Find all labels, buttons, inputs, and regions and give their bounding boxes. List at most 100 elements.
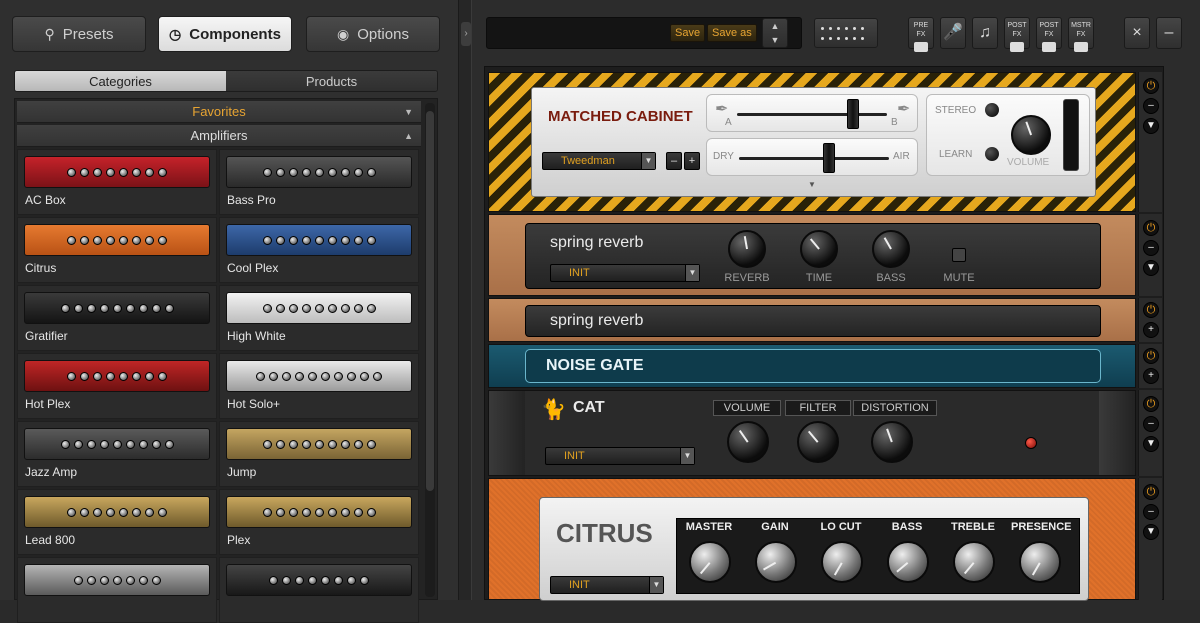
- mic-blend-slider[interactable]: [847, 99, 859, 129]
- category-amplifiers[interactable]: Amplifiers ▲: [17, 125, 421, 147]
- list-item[interactable]: [219, 557, 419, 623]
- learn-toggle[interactable]: [985, 147, 999, 161]
- plex-thumbnail: [226, 496, 412, 528]
- citrus-knob-strip: MASTER GAIN LO CUT BASS TREBLE PRESENCE: [676, 518, 1080, 594]
- cabinet-controls: ⏻ – ▼: [1138, 72, 1162, 212]
- learn-label: LEARN: [939, 149, 973, 160]
- power-icon[interactable]: ⏻: [1143, 302, 1159, 318]
- chevron-down-icon[interactable]: ▼: [1143, 524, 1159, 540]
- list-item[interactable]: [17, 557, 217, 623]
- microphone-icon: 🎤: [943, 24, 963, 41]
- post-fx-2-button[interactable]: POST FX: [1036, 17, 1062, 52]
- minus-icon[interactable]: –: [1143, 240, 1159, 256]
- chevron-down-icon[interactable]: ▼: [1143, 118, 1159, 134]
- gain-knob[interactable]: [755, 541, 797, 583]
- stereo-toggle[interactable]: [985, 103, 999, 117]
- spring-reverb-title: spring reverb: [550, 234, 644, 251]
- right-rack-ear: [1099, 391, 1135, 475]
- list-item[interactable]: High White: [219, 285, 419, 351]
- time-knob[interactable]: [800, 230, 838, 268]
- reverb-label: REVERB: [724, 272, 770, 284]
- bass-knob[interactable]: [887, 541, 929, 583]
- mic-a-label: A: [725, 117, 732, 128]
- volume-knob[interactable]: [1011, 115, 1051, 155]
- microphone-button[interactable]: 🎤: [940, 17, 966, 49]
- list-item[interactable]: Citrus: [17, 217, 217, 283]
- tuner-button[interactable]: ♫: [972, 17, 998, 49]
- list-item[interactable]: Jazz Amp: [17, 421, 217, 487]
- list-item[interactable]: Gratifier: [17, 285, 217, 351]
- mic-blend-track[interactable]: [737, 113, 887, 116]
- power-icon[interactable]: ⏻: [1143, 348, 1159, 364]
- segment-products[interactable]: Products: [226, 71, 437, 91]
- bass-knob[interactable]: [872, 230, 910, 268]
- cat-distortion-knob[interactable]: [871, 421, 913, 463]
- cool-plex-thumbnail: [226, 224, 412, 256]
- presence-knob[interactable]: [1019, 541, 1061, 583]
- power-icon[interactable]: ⏻: [1143, 78, 1159, 94]
- tab-presets[interactable]: ⚲ Presets: [12, 16, 146, 52]
- citrus-preset-dropdown[interactable]: INIT ▼: [550, 576, 664, 594]
- spring-reverb-preset-dropdown[interactable]: INIT ▼: [550, 264, 700, 282]
- power-icon[interactable]: ⏻: [1143, 484, 1159, 500]
- master-fx-button[interactable]: MSTR FX: [1068, 17, 1094, 52]
- list-item[interactable]: Lead 800: [17, 489, 217, 555]
- minimize-icon[interactable]: –: [1156, 17, 1182, 49]
- plus-icon[interactable]: +: [1143, 322, 1159, 338]
- cat-preset-dropdown[interactable]: INIT ▼: [545, 447, 695, 465]
- arrow-down-icon[interactable]: ▼: [771, 35, 780, 45]
- dry-air-track[interactable]: [739, 157, 889, 160]
- pre-fx-button[interactable]: PRE FX: [908, 17, 934, 52]
- panel-splitter[interactable]: ›: [458, 0, 472, 600]
- minus-icon[interactable]: –: [1143, 504, 1159, 520]
- save-button[interactable]: Save: [670, 24, 706, 42]
- list-scrollbar[interactable]: [425, 103, 435, 597]
- scrollbar-thumb[interactable]: [426, 111, 434, 491]
- power-icon[interactable]: ⏻: [1143, 396, 1159, 412]
- chevron-down-icon[interactable]: ▼: [1143, 436, 1159, 452]
- cat-filter-knob[interactable]: [797, 421, 839, 463]
- volume-label: VOLUME: [1007, 157, 1050, 168]
- list-item[interactable]: Bass Pro: [219, 149, 419, 215]
- tab-components[interactable]: ◷ Components: [158, 16, 292, 52]
- cat-led-indicator: [1025, 437, 1037, 449]
- tab-options[interactable]: ◉ Options: [306, 16, 440, 52]
- arrow-up-icon[interactable]: ▲: [771, 21, 780, 31]
- citrus-title: CITRUS: [556, 518, 653, 548]
- expand-arrow-icon[interactable]: ▼: [808, 180, 816, 189]
- list-item[interactable]: Jump: [219, 421, 419, 487]
- cat-volume-knob[interactable]: [727, 421, 769, 463]
- volume-tag: VOLUME: [713, 400, 781, 416]
- segment-categories[interactable]: Categories: [15, 71, 226, 91]
- cabinet-minus-button[interactable]: –: [666, 152, 682, 170]
- mute-button[interactable]: [952, 248, 966, 262]
- list-item[interactable]: Plex: [219, 489, 419, 555]
- options-icon: ◉: [337, 25, 350, 42]
- cabinet-plus-button[interactable]: +: [684, 152, 700, 170]
- dry-air-slider[interactable]: [823, 143, 835, 173]
- post-fx-button[interactable]: POST FX: [1004, 17, 1030, 52]
- reverb-knob[interactable]: [728, 230, 766, 268]
- cabinet-preset-dropdown[interactable]: Tweedman ▼: [542, 152, 656, 170]
- preset-stepper[interactable]: ▲ ▼: [762, 18, 788, 48]
- chevron-down-icon: ▼: [649, 577, 663, 593]
- lo-cut-knob[interactable]: [821, 541, 863, 583]
- chevron-down-icon[interactable]: ▼: [1143, 260, 1159, 276]
- minus-icon[interactable]: –: [1143, 416, 1159, 432]
- list-item[interactable]: AC Box: [17, 149, 217, 215]
- collapse-arrow-icon[interactable]: ›: [461, 22, 471, 46]
- list-item[interactable]: Hot Plex: [17, 353, 217, 419]
- close-icon[interactable]: ×: [1124, 17, 1150, 49]
- post-fx-2-label: POST FX: [1039, 22, 1059, 38]
- list-item[interactable]: Hot Solo+: [219, 353, 419, 419]
- minus-icon[interactable]: –: [1143, 98, 1159, 114]
- treble-knob[interactable]: [953, 541, 995, 583]
- plus-icon[interactable]: +: [1143, 368, 1159, 384]
- power-icon[interactable]: ⏻: [1143, 220, 1159, 236]
- category-favorites[interactable]: Favorites ▼: [17, 101, 421, 123]
- list-item[interactable]: Cool Plex: [219, 217, 419, 283]
- spring2-controls: ⏻ +: [1138, 298, 1162, 342]
- rack-view-button[interactable]: [814, 18, 878, 48]
- save-as-button[interactable]: Save as: [707, 24, 757, 42]
- master-knob[interactable]: [689, 541, 731, 583]
